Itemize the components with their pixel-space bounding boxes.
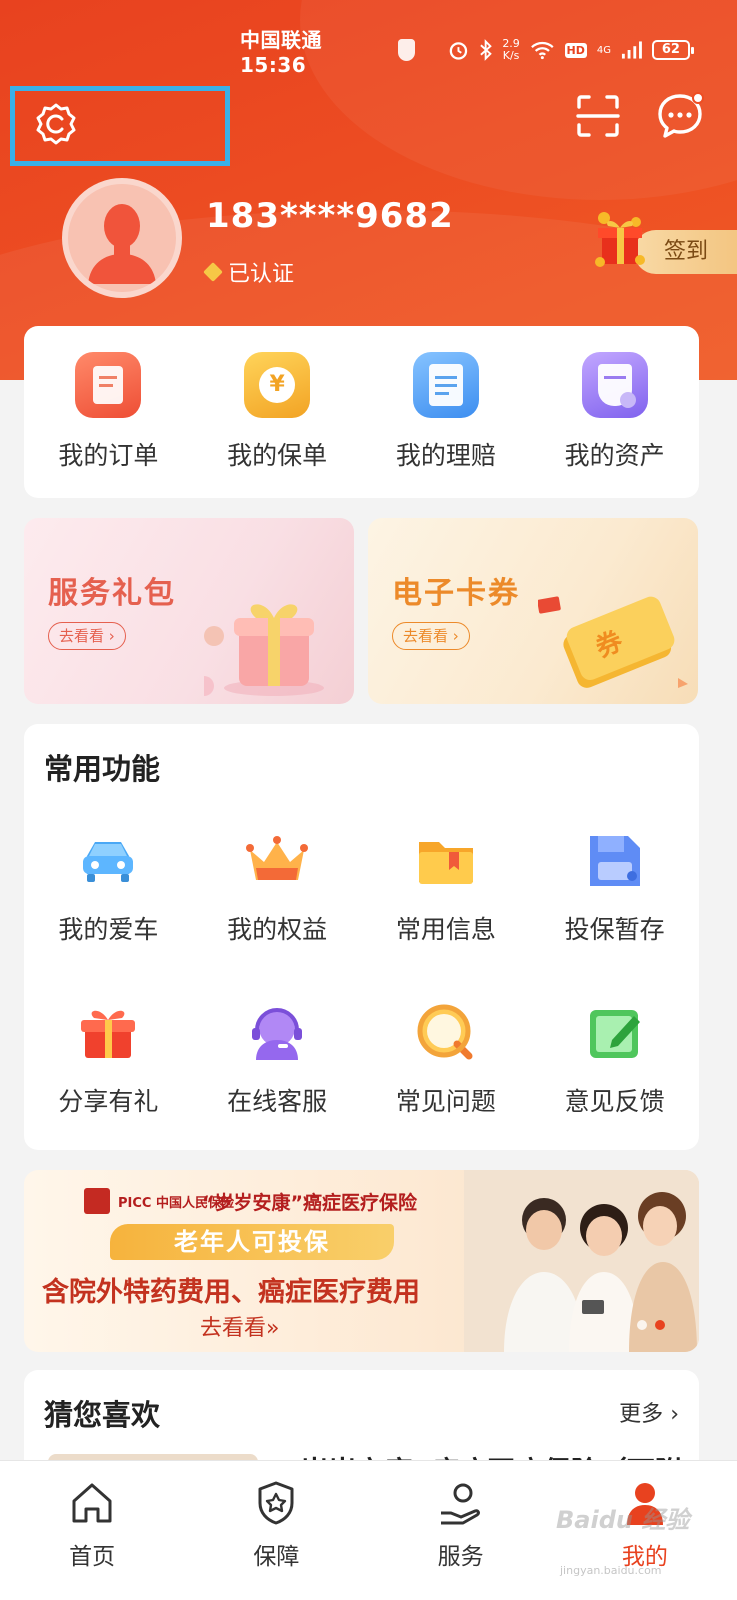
function-online-service[interactable]: 在线客服 xyxy=(193,1000,362,1118)
policy-icon: ¥ xyxy=(244,352,311,418)
function-faq[interactable]: 常见问题 xyxy=(362,1000,531,1118)
promo-service-package[interactable]: 服务礼包 去看看 › xyxy=(24,518,354,704)
unread-dot xyxy=(692,92,704,104)
battery-indicator: 62 xyxy=(651,40,695,60)
vpn-shield-icon xyxy=(397,39,415,61)
quick-menu-card: 我的订单 ¥ 我的保单 我的理赔 我的资产 xyxy=(24,326,699,498)
shield-star-icon xyxy=(258,1481,294,1525)
carousel-dots xyxy=(637,1320,665,1330)
banner-tag: 老年人可投保 xyxy=(110,1224,394,1260)
user-silhouette-icon xyxy=(88,204,156,284)
function-label: 意见反馈 xyxy=(564,1087,665,1116)
function-draft-save[interactable]: 投保暂存 xyxy=(530,828,699,946)
section-title: 常用功能 xyxy=(44,752,161,786)
function-row-1: 我的爱车 我的权益 常用信息 投保暂存 xyxy=(24,828,699,946)
function-label: 投保暂存 xyxy=(564,915,665,944)
folder-icon xyxy=(418,842,473,884)
signal-icon xyxy=(621,41,642,59)
function-label: 我的爱车 xyxy=(58,915,159,944)
carrier-time: 中国联通 15:36 xyxy=(240,27,322,77)
function-row-2: 分享有礼 在线客服 常见问题 意见反馈 xyxy=(24,1000,699,1118)
function-feedback[interactable]: 意见反馈 xyxy=(530,1000,699,1118)
checkin-button[interactable]: 签到 xyxy=(588,204,737,274)
wifi-icon xyxy=(530,41,554,60)
order-icon xyxy=(75,352,142,418)
feedback-icon xyxy=(589,1010,640,1058)
function-my-rights[interactable]: 我的权益 xyxy=(193,828,362,946)
crown-icon xyxy=(246,836,309,880)
function-label: 常用信息 xyxy=(395,915,496,944)
car-icon xyxy=(83,842,134,882)
hd-badge: HD xyxy=(564,42,587,58)
baidu-watermark: Baidu 经验 xyxy=(556,1506,690,1534)
function-common-info[interactable]: 常用信息 xyxy=(362,828,531,946)
quick-label: 我的订单 xyxy=(58,441,159,470)
banner-cta[interactable]: 去看看» xyxy=(200,1310,279,1342)
service-hand-icon xyxy=(440,1483,480,1525)
quick-label: 我的保单 xyxy=(227,441,328,470)
status-bar: 中国联通 15:36 2.9 K/s HD 4G 62 xyxy=(240,28,695,77)
function-label: 常见问题 xyxy=(395,1087,496,1116)
gear-icon xyxy=(36,103,76,145)
banner-headline: 含院外特药费用、癌症医疗费用 xyxy=(42,1277,420,1308)
chevron-right-icon: › xyxy=(670,1402,679,1427)
avatar[interactable] xyxy=(62,178,182,298)
section-title: 猜您喜欢 xyxy=(44,1398,161,1432)
function-my-car[interactable]: 我的爱车 xyxy=(24,828,193,946)
customer-service-icon xyxy=(252,1008,303,1060)
faq-icon xyxy=(417,1004,473,1060)
function-label: 我的权益 xyxy=(227,915,328,944)
user-phone: 183****9682 xyxy=(206,196,454,236)
quick-item-orders[interactable]: 我的订单 xyxy=(24,326,193,498)
save-icon xyxy=(589,836,640,886)
home-icon xyxy=(72,1483,112,1523)
diamond-icon xyxy=(203,262,223,282)
promo-go-button[interactable]: 去看看 › xyxy=(392,622,470,650)
claim-icon xyxy=(412,352,479,418)
quick-item-claims[interactable]: 我的理赔 xyxy=(362,326,531,498)
banner-product-name: “岁岁安康”癌症医疗保险 xyxy=(202,1192,417,1214)
more-link[interactable]: 更多 › xyxy=(619,1396,679,1428)
bluetooth-icon xyxy=(480,39,492,61)
function-label: 在线客服 xyxy=(227,1087,328,1116)
tab-home[interactable]: 首页 xyxy=(0,1461,184,1600)
scan-icon[interactable] xyxy=(576,94,620,138)
net-speed: 2.9 K/s xyxy=(502,37,520,62)
verified-status: 已认证 xyxy=(203,256,295,288)
quick-item-policies[interactable]: ¥ 我的保单 xyxy=(193,326,362,498)
function-label: 分享有礼 xyxy=(58,1087,159,1116)
gift-box-icon xyxy=(595,212,645,267)
picc-logo-icon xyxy=(84,1188,110,1214)
promo-title: 服务礼包 xyxy=(48,576,176,611)
quick-item-assets[interactable]: 我的资产 xyxy=(530,326,699,498)
gift-icon xyxy=(81,1010,136,1058)
promo-e-coupons[interactable]: 电子卡券 去看看 › 券 xyxy=(368,518,698,704)
function-share-gift[interactable]: 分享有礼 xyxy=(24,1000,193,1118)
verified-label: 已认证 xyxy=(228,262,295,287)
gift-box-3d-icon xyxy=(204,604,324,696)
common-functions-card: 常用功能 我的爱车 我的权益 常用信息 投保暂存 分享有礼 在线客服 常见问题 … xyxy=(24,724,699,1150)
network-type: 4G xyxy=(596,44,611,56)
coupon-icon: 券 xyxy=(538,596,688,688)
promo-title: 电子卡券 xyxy=(392,576,520,611)
settings-button[interactable] xyxy=(10,86,230,166)
alarm-icon xyxy=(449,42,468,60)
checkin-label: 签到 xyxy=(634,230,737,274)
asset-icon xyxy=(581,352,648,418)
message-button[interactable] xyxy=(656,92,704,140)
quick-label: 我的资产 xyxy=(564,441,665,470)
baidu-watermark-url: jingyan.baidu.com xyxy=(560,1564,662,1577)
tab-protection[interactable]: 保障 xyxy=(184,1461,368,1600)
promo-go-button[interactable]: 去看看 › xyxy=(48,622,126,650)
quick-label: 我的理赔 xyxy=(395,441,496,470)
tab-service[interactable]: 服务 xyxy=(369,1461,553,1600)
insurance-ad-banner[interactable]: PICC 中国人民保险 “岁岁安康”癌症医疗保险 老年人可投保 含院外特药费用、… xyxy=(24,1170,699,1352)
